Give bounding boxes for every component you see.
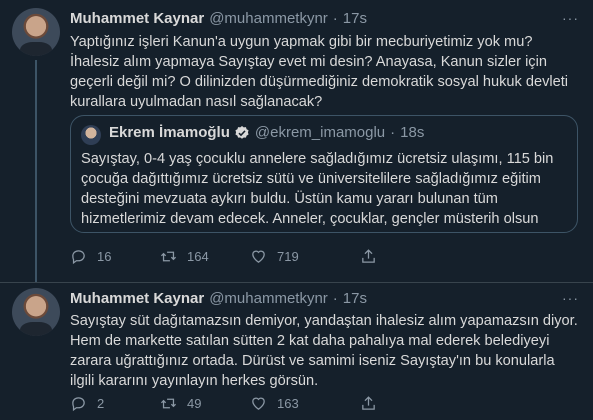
quoted-avatar xyxy=(81,125,101,145)
author-handle[interactable]: @muhammetkynr xyxy=(209,290,328,307)
action-bar: 2 49 163 xyxy=(70,395,390,412)
quoted-header: Ekrem İmamoğlu @ekrem_imamoglu · 18s xyxy=(109,124,424,141)
like-button[interactable]: 163 xyxy=(250,395,360,412)
quoted-author-handle: @ekrem_imamoglu xyxy=(254,124,386,141)
share-icon xyxy=(362,396,375,410)
heart-icon xyxy=(252,397,265,410)
retweet-icon xyxy=(160,398,177,409)
retweet-count: 49 xyxy=(187,396,202,411)
author-name[interactable]: Muhammet Kaynar xyxy=(70,290,204,307)
reply-icon xyxy=(72,397,85,412)
action-bar: 16 164 719 xyxy=(70,248,390,265)
avatar[interactable] xyxy=(12,8,60,56)
retweet-button[interactable]: 49 xyxy=(160,395,250,412)
reply-count: 2 xyxy=(97,396,105,411)
tweet-header: Muhammet Kaynar @muhammetkynr · 17s xyxy=(70,290,367,307)
separator-dot: · xyxy=(390,124,396,141)
thread-line xyxy=(35,60,37,282)
reply-button[interactable]: 16 xyxy=(70,248,160,265)
retweet-icon xyxy=(160,251,177,262)
more-options-icon[interactable]: ··· xyxy=(562,10,579,26)
timestamp[interactable]: 17s xyxy=(343,10,367,27)
quoted-author-name: Ekrem İmamoğlu xyxy=(109,124,230,141)
more-options-icon[interactable]: ··· xyxy=(562,290,579,306)
separator-dot: · xyxy=(332,290,338,307)
tweet-1[interactable]: Muhammet Kaynar @muhammetkynr · 17s ··· … xyxy=(0,0,593,282)
quoted-text: Sayıştay, 0-4 yaş çocuklu annelere sağla… xyxy=(81,151,554,227)
like-count: 719 xyxy=(277,249,299,264)
verified-badge-icon xyxy=(235,125,249,139)
author-name[interactable]: Muhammet Kaynar xyxy=(70,10,204,27)
tweet-text: Sayıştay süt dağıtamazsın demiyor, yanda… xyxy=(70,313,578,389)
reply-count: 16 xyxy=(97,249,112,264)
share-icon xyxy=(362,249,375,263)
tweet-text: Yaptığınız işleri Kanun'a uygun yapmak g… xyxy=(70,34,569,110)
quoted-tweet[interactable]: Ekrem İmamoğlu @ekrem_imamoglu · 18s Say… xyxy=(70,115,578,233)
like-count: 163 xyxy=(277,396,299,411)
share-button[interactable] xyxy=(360,395,390,412)
author-handle[interactable]: @muhammetkynr xyxy=(209,10,328,27)
separator-dot: · xyxy=(332,10,338,27)
share-button[interactable] xyxy=(360,248,390,265)
like-button[interactable]: 719 xyxy=(250,248,360,265)
heart-icon xyxy=(252,250,265,263)
tweet-2[interactable]: Muhammet Kaynar @muhammetkynr · 17s ··· … xyxy=(0,283,593,420)
timestamp[interactable]: 17s xyxy=(343,290,367,307)
tweet-header: Muhammet Kaynar @muhammetkynr · 17s xyxy=(70,10,367,27)
reply-button[interactable]: 2 xyxy=(70,395,160,412)
reply-icon xyxy=(72,250,85,265)
retweet-button[interactable]: 164 xyxy=(160,248,250,265)
avatar[interactable] xyxy=(12,288,60,336)
retweet-count: 164 xyxy=(187,249,209,264)
quoted-timestamp: 18s xyxy=(400,124,425,141)
